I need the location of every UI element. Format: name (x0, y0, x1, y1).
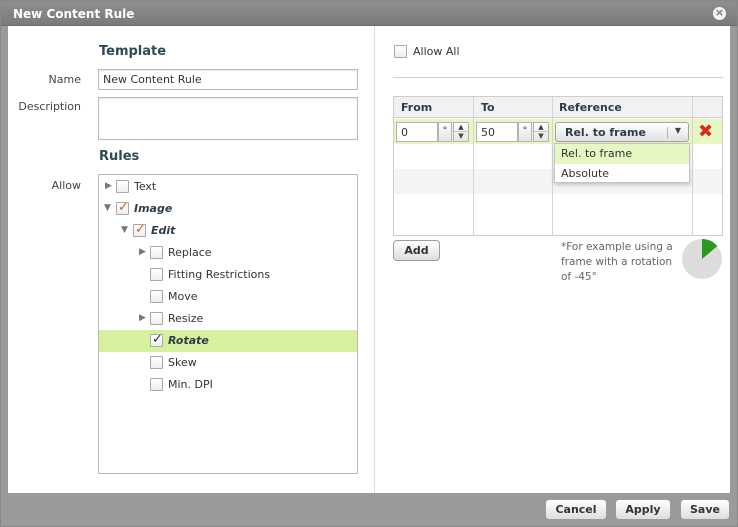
tree-item-replace[interactable]: ▶ Replace (99, 242, 357, 264)
tree-item-skew[interactable]: Skew (99, 352, 357, 374)
dialog-content: Template Name New Content Rule Descripti… (8, 26, 730, 493)
checkbox-fitting-restrictions[interactable] (150, 268, 163, 281)
tree-item-label: Move (168, 290, 198, 303)
checkbox-resize[interactable] (150, 312, 163, 325)
apply-button[interactable]: Apply (615, 499, 671, 520)
checkbox-move[interactable] (150, 290, 163, 303)
dialog-footer: Cancel Apply Save (8, 493, 730, 527)
rotation-hint: *For example using a frame with a rotati… (561, 241, 673, 283)
dialog-title: New Content Rule (13, 7, 135, 21)
column-header-to: To (481, 101, 495, 114)
tree-item-label: Edit (151, 224, 176, 237)
spin-down-icon[interactable]: ▼ (534, 132, 548, 141)
dropdown-option-absolute[interactable]: Absolute (555, 164, 689, 184)
tree-item-min-dpi[interactable]: Min. DPI (99, 374, 357, 396)
tree-item-label: Text (134, 180, 157, 193)
grid-header: From To Reference (394, 97, 722, 118)
tree-item-move[interactable]: Move (99, 286, 357, 308)
to-unit: ° (518, 122, 532, 142)
from-stepper[interactable]: ▲ ▼ (453, 122, 469, 142)
tree-item-label: Resize (168, 312, 204, 325)
divider (393, 77, 723, 78)
name-label: Name (48, 73, 81, 86)
tree-item-label: Rotate (168, 334, 209, 347)
dialog-titlebar: New Content Rule × (1, 1, 737, 26)
tree-item-label: Skew (168, 356, 197, 369)
description-input[interactable] (98, 97, 358, 140)
checkbox-min-dpi[interactable] (150, 378, 163, 391)
rotation-preview-icon (682, 239, 722, 279)
column-divider (473, 97, 474, 235)
checkbox-edit[interactable] (133, 222, 146, 237)
expand-arrow-icon[interactable]: ▶ (105, 181, 115, 191)
close-icon[interactable]: × (713, 7, 726, 20)
reference-select[interactable]: Rel. to frame ▼ (555, 122, 689, 142)
checkbox-image[interactable] (116, 200, 129, 215)
select-separator (667, 127, 668, 138)
table-row (394, 194, 722, 219)
checkbox-replace[interactable] (150, 246, 163, 259)
tree-item-edit[interactable]: ▼ Edit (99, 220, 357, 242)
column-header-reference: Reference (559, 101, 622, 114)
checkbox-text[interactable] (116, 180, 129, 193)
spin-up-icon[interactable]: ▲ (534, 123, 548, 132)
to-input[interactable]: 50 (476, 122, 518, 142)
tree-item-label: Min. DPI (168, 378, 213, 391)
checkbox-rotate[interactable] (150, 332, 163, 347)
spin-up-icon[interactable]: ▲ (454, 123, 468, 132)
expand-arrow-icon[interactable]: ▶ (139, 313, 149, 323)
column-header-from: From (401, 101, 433, 114)
reference-dropdown: Rel. to frame Absolute (554, 143, 690, 183)
allow-all-checkbox[interactable] (394, 45, 407, 58)
column-divider (552, 97, 553, 235)
to-stepper[interactable]: ▲ ▼ (533, 122, 549, 142)
tree-item-image[interactable]: ▼ Image (99, 198, 357, 220)
dropdown-option-rel-to-frame[interactable]: Rel. to frame (555, 144, 689, 164)
cancel-button[interactable]: Cancel (545, 499, 607, 520)
tree-item-label: Replace (168, 246, 212, 259)
from-input[interactable]: 0 (396, 122, 438, 142)
tree-item-fitting-restrictions[interactable]: Fitting Restrictions (99, 264, 357, 286)
save-button[interactable]: Save (680, 499, 730, 520)
rules-tree: ▶ Text ▼ Image ▼ Edit ▶ Replace (98, 174, 358, 474)
template-section-title: Template (99, 44, 167, 59)
caret-down-icon[interactable]: ▼ (675, 126, 681, 135)
tree-item-text[interactable]: ▶ Text (99, 176, 357, 198)
description-label: Description (18, 100, 81, 113)
checkbox-skew[interactable] (150, 356, 163, 369)
tree-item-resize[interactable]: ▶ Resize (99, 308, 357, 330)
column-divider (692, 97, 693, 235)
from-unit: ° (438, 122, 452, 142)
allow-all-label: Allow All (413, 45, 460, 58)
dialog: New Content Rule × Template Name New Con… (0, 0, 738, 527)
reference-select-value: Rel. to frame (565, 126, 646, 139)
collapse-arrow-icon[interactable]: ▼ (104, 203, 114, 213)
spin-down-icon[interactable]: ▼ (454, 132, 468, 141)
rules-section-title: Rules (99, 149, 140, 164)
tree-item-label: Image (134, 202, 173, 215)
panel-divider (374, 26, 375, 493)
allow-label: Allow (51, 179, 81, 192)
expand-arrow-icon[interactable]: ▶ (139, 247, 149, 257)
delete-icon[interactable]: ✖ (698, 123, 713, 141)
collapse-arrow-icon[interactable]: ▼ (121, 225, 131, 235)
tree-item-label: Fitting Restrictions (168, 268, 271, 281)
name-input[interactable]: New Content Rule (98, 69, 358, 90)
add-button[interactable]: Add (393, 240, 440, 261)
tree-item-rotate[interactable]: Rotate (99, 330, 357, 352)
